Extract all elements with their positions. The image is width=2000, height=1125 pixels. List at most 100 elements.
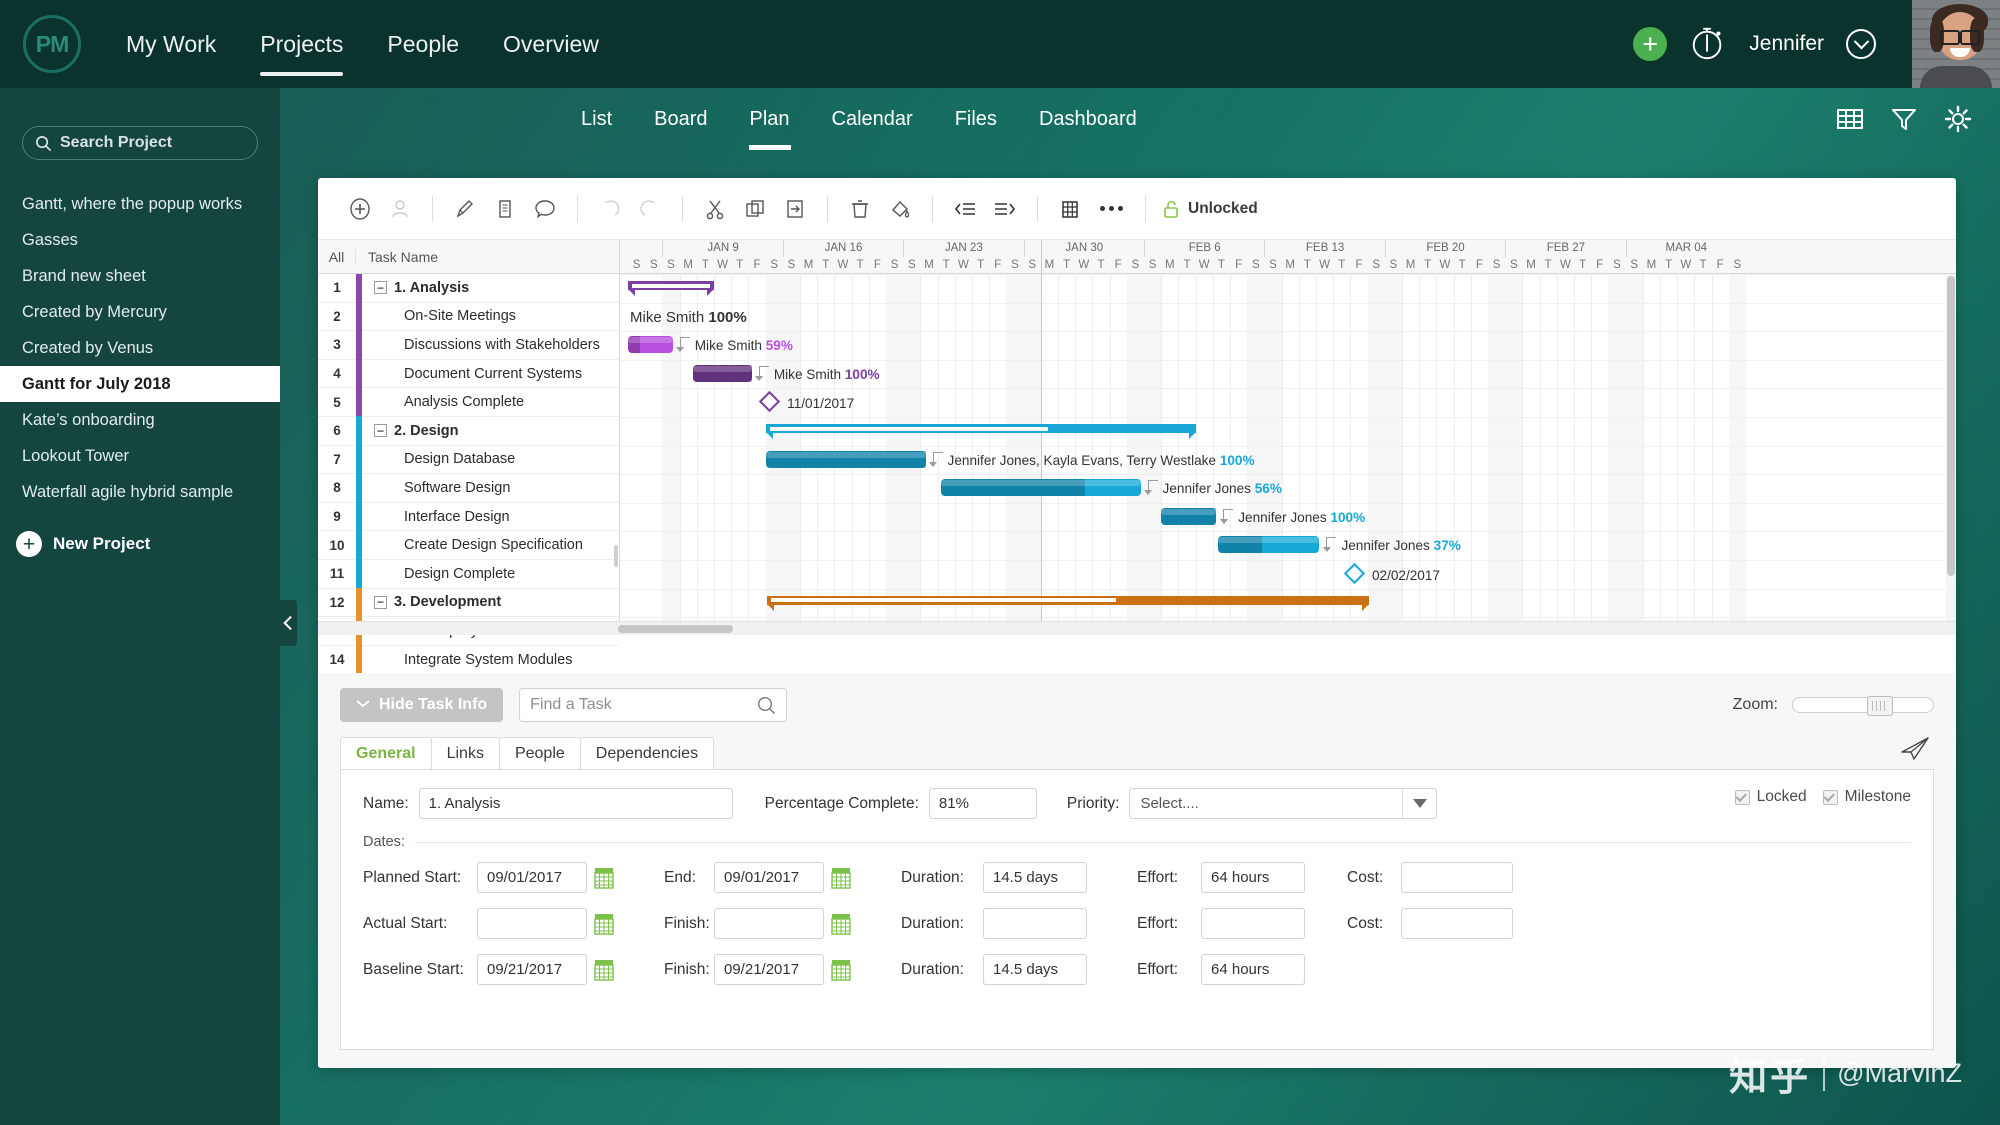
actual-start-input[interactable] [477, 908, 587, 939]
task-name-cell[interactable]: −3. Development [362, 594, 501, 610]
timeline-body[interactable]: Mike Smith 100% Mike Smith 59% Mike Smith … [620, 240, 1956, 635]
scroll-thumb-horizontal[interactable] [618, 625, 733, 633]
tab-dependencies[interactable]: Dependencies [579, 737, 715, 769]
nav-link-people[interactable]: People [365, 0, 481, 88]
locked-checkbox[interactable]: Locked [1734, 788, 1807, 806]
actual-finish-input[interactable] [714, 908, 824, 939]
calendar-icon[interactable] [594, 867, 614, 889]
table-row[interactable]: 7 Design Database [318, 445, 619, 475]
task-name-cell[interactable]: Discussions with Stakeholders [362, 337, 600, 353]
assign-person-icon[interactable] [380, 189, 420, 229]
actual-duration-input[interactable] [983, 908, 1087, 939]
table-row[interactable]: 11 Design Complete [318, 559, 619, 589]
sidebar-project-item[interactable]: Lookout Tower [0, 438, 280, 474]
task-name-cell[interactable]: Software Design [362, 480, 510, 496]
collapse-toggle-icon[interactable]: − [374, 281, 387, 295]
sidebar-project-item[interactable]: Gasses [0, 222, 280, 258]
table-row[interactable]: 12 −3. Development [318, 588, 619, 618]
timeline-vertical-scrollbar[interactable] [1946, 274, 1956, 621]
table-row[interactable]: 10 Create Design Specification [318, 530, 619, 560]
copy-icon[interactable] [735, 189, 775, 229]
sidebar-project-item[interactable]: Brand new sheet [0, 258, 280, 294]
planned-cost-input[interactable] [1401, 862, 1513, 893]
gantt-milestone-marker[interactable] [1343, 562, 1366, 585]
add-new-icon[interactable]: + [1633, 27, 1668, 61]
table-row[interactable]: 3 Discussions with Stakeholders [318, 330, 619, 360]
tab-board[interactable]: Board [633, 88, 728, 150]
app-logo[interactable]: PM [0, 15, 104, 73]
sidebar-project-item[interactable]: Gantt for July 2018 [0, 366, 280, 402]
zoom-slider-track[interactable] [1792, 696, 1934, 716]
name-input[interactable]: 1. Analysis [418, 788, 733, 819]
gantt-summary-bar[interactable] [628, 281, 714, 296]
gantt-task-bar[interactable] [1161, 507, 1217, 525]
gantt-task-bar[interactable] [941, 479, 1141, 497]
timer-icon[interactable] [1689, 25, 1727, 63]
planned-duration-input[interactable]: 14.5 days [983, 862, 1087, 893]
user-avatar[interactable] [1912, 0, 2000, 88]
actual-effort-input[interactable] [1201, 908, 1305, 939]
column-resize-handle[interactable] [614, 545, 618, 567]
tab-general[interactable]: General [340, 737, 432, 769]
scroll-thumb[interactable] [1947, 276, 1955, 576]
task-name-cell[interactable]: −2. Design [362, 423, 458, 439]
end-input[interactable]: 09/01/2017 [714, 862, 824, 893]
horizontal-scrollbar[interactable] [318, 621, 1956, 635]
tab-calendar[interactable]: Calendar [811, 88, 934, 150]
grid-view-icon[interactable] [1836, 105, 1864, 133]
nav-link-my-work[interactable]: My Work [104, 0, 238, 88]
gantt-task-bar[interactable] [693, 364, 752, 382]
task-name-cell[interactable]: Document Current Systems [362, 366, 582, 382]
gantt-summary-bar[interactable] [767, 595, 1370, 611]
sidebar-project-item[interactable]: Created by Venus [0, 330, 280, 366]
tab-dashboard[interactable]: Dashboard [1018, 88, 1158, 150]
table-row[interactable]: 5 Analysis Complete [318, 387, 619, 417]
tab-links[interactable]: Links [430, 737, 500, 769]
redo-icon[interactable] [630, 189, 670, 229]
table-row[interactable]: 6 −2. Design [318, 416, 619, 446]
priority-select[interactable]: Select.... [1129, 788, 1438, 819]
table-row[interactable]: 14 Integrate System Modules [318, 645, 619, 675]
delete-icon[interactable] [840, 189, 880, 229]
gantt-summary-bar[interactable] [765, 424, 1196, 439]
outdent-icon[interactable] [945, 189, 985, 229]
filter-icon[interactable] [1890, 105, 1918, 133]
calendar-icon[interactable] [831, 913, 851, 935]
sidebar-collapse-handle[interactable] [280, 600, 297, 646]
settings-gear-icon[interactable] [1944, 105, 1972, 133]
find-task-input[interactable]: Find a Task [519, 688, 788, 722]
baseline-start-input[interactable]: 09/21/2017 [477, 954, 587, 985]
new-project-button[interactable]: + New Project [0, 526, 280, 562]
add-task-icon[interactable] [340, 189, 380, 229]
edit-pencil-icon[interactable] [445, 189, 485, 229]
table-row[interactable]: 4 Document Current Systems [318, 359, 619, 389]
task-name-cell[interactable]: Integrate System Modules [362, 652, 572, 668]
collapse-toggle-icon[interactable]: − [374, 424, 387, 438]
more-options-icon[interactable] [1090, 206, 1133, 211]
collapse-toggle-icon[interactable]: − [374, 595, 387, 609]
paste-icon[interactable] [775, 189, 815, 229]
undo-icon[interactable] [590, 189, 630, 229]
table-row[interactable]: 9 Interface Design [318, 502, 619, 532]
calendar-icon[interactable] [594, 959, 614, 981]
tab-list[interactable]: List [560, 88, 633, 150]
baseline-effort-input[interactable]: 64 hours [1201, 954, 1305, 985]
calendar-icon[interactable] [831, 867, 851, 889]
select-all-header[interactable]: All [318, 248, 356, 265]
baseline-finish-input[interactable]: 09/21/2017 [714, 954, 824, 985]
note-icon[interactable] [485, 189, 525, 229]
columns-icon[interactable] [1050, 189, 1090, 229]
nav-link-overview[interactable]: Overview [481, 0, 621, 88]
task-name-header[interactable]: Task Name [356, 249, 438, 265]
calendar-icon[interactable] [594, 913, 614, 935]
sidebar-project-item[interactable]: Waterfall agile hybrid sample [0, 474, 280, 510]
table-row[interactable]: 1 −1. Analysis [318, 273, 619, 303]
comment-icon[interactable] [525, 189, 565, 229]
tab-files[interactable]: Files [934, 88, 1018, 150]
chevron-down-icon[interactable] [1846, 29, 1876, 59]
sidebar-project-item[interactable]: Kate’s onboarding [0, 402, 280, 438]
milestone-checkbox[interactable]: Milestone [1822, 788, 1911, 806]
tab-plan[interactable]: Plan [729, 88, 811, 150]
gantt-task-bar[interactable] [765, 450, 926, 468]
gantt-task-bar[interactable] [1217, 536, 1320, 554]
